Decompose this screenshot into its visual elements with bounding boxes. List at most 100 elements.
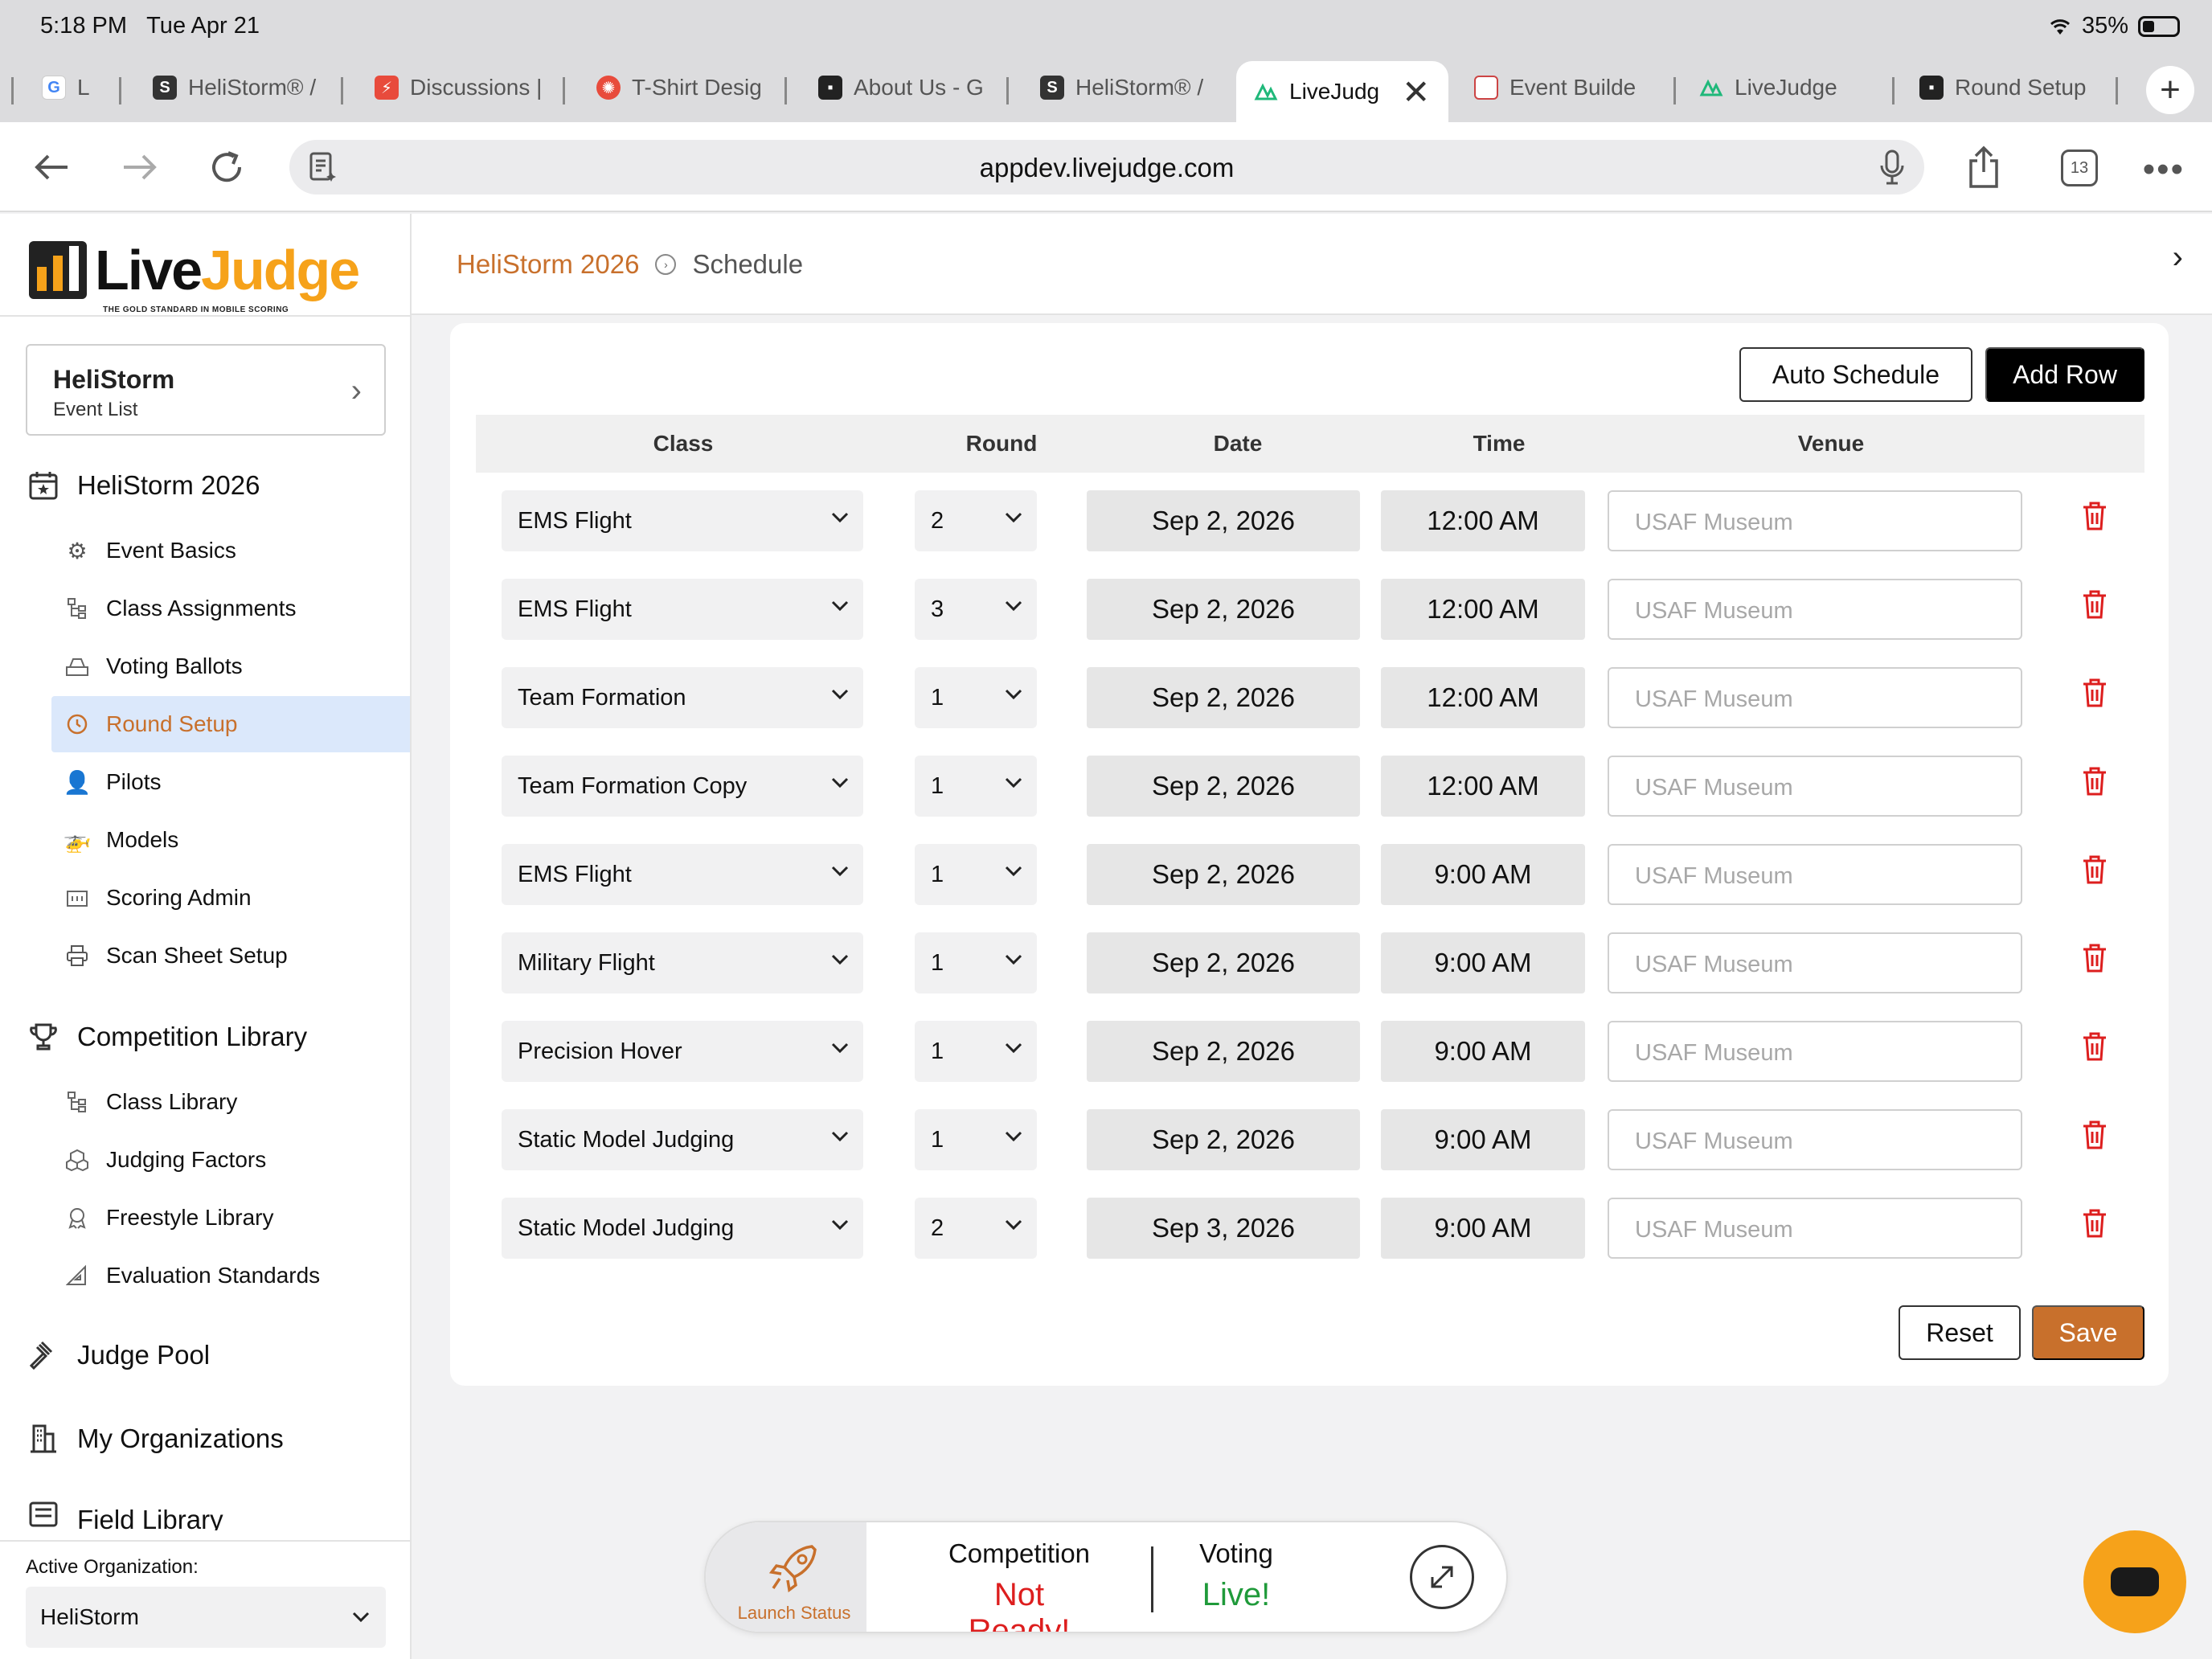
date-picker[interactable]: Sep 2, 2026 [1087, 1021, 1360, 1082]
venue-input[interactable]: USAF Museum [1608, 932, 2022, 993]
microphone-icon[interactable] [1878, 150, 1907, 185]
venue-input[interactable]: USAF Museum [1608, 1109, 2022, 1170]
reset-button[interactable]: Reset [1899, 1305, 2021, 1360]
round-select[interactable]: 1 [915, 756, 1037, 817]
launch-status-button[interactable]: Launch Status [706, 1522, 866, 1632]
round-select[interactable]: 1 [915, 844, 1037, 905]
class-select[interactable]: Team Formation [502, 667, 863, 728]
time-picker[interactable]: 12:00 AM [1381, 490, 1585, 551]
sidebar-item-evaluation-standards[interactable]: Evaluation Standards [51, 1247, 410, 1304]
livejudge-logo[interactable]: LiveJudge THE GOLD STANDARD IN MOBILE SC… [29, 238, 360, 314]
expand-panel-chevron-icon[interactable]: › [2173, 240, 2183, 276]
tab-count-button[interactable]: 13 [2061, 150, 2098, 186]
browser-tab-livejudge-active[interactable]: LiveJudg ✕ [1236, 61, 1448, 122]
browser-tab-helistorm[interactable]: S HeliStorm® / [135, 61, 328, 114]
add-row-button[interactable]: Add Row [1985, 347, 2144, 402]
time-picker[interactable]: 9:00 AM [1381, 1109, 1585, 1170]
nav-event-heading[interactable]: HeliStorm 2026 [27, 461, 260, 510]
date-picker[interactable]: Sep 2, 2026 [1087, 932, 1360, 993]
back-button[interactable] [29, 145, 74, 190]
nav-competition-library-heading[interactable]: Competition Library [27, 1013, 307, 1061]
sidebar-item-freestyle-library[interactable]: Freestyle Library [51, 1190, 410, 1246]
address-bar[interactable]: appdev.livejudge.com [289, 140, 1924, 195]
date-picker[interactable]: Sep 2, 2026 [1087, 667, 1360, 728]
round-select[interactable]: 2 [915, 490, 1037, 551]
class-select[interactable]: Military Flight [502, 932, 863, 993]
date-picker[interactable]: Sep 2, 2026 [1087, 490, 1360, 551]
nav-field-library[interactable]: Field Library [27, 1498, 223, 1530]
delete-row-trash-icon[interactable] [2080, 1207, 2109, 1239]
date-picker[interactable]: Sep 2, 2026 [1087, 756, 1360, 817]
delete-row-trash-icon[interactable] [2080, 765, 2109, 797]
browser-tab-helistorm-2[interactable]: S HeliStorm® / [1022, 61, 1223, 114]
class-select[interactable]: Team Formation Copy [502, 756, 863, 817]
date-picker[interactable]: Sep 2, 2026 [1087, 579, 1360, 640]
sidebar-item-class-assignments[interactable]: Class Assignments [51, 580, 410, 637]
class-select[interactable]: Precision Hover [502, 1021, 863, 1082]
round-select[interactable]: 1 [915, 1109, 1037, 1170]
delete-row-trash-icon[interactable] [2080, 1030, 2109, 1063]
delete-row-trash-icon[interactable] [2080, 854, 2109, 886]
round-select[interactable]: 1 [915, 932, 1037, 993]
sidebar-item-models[interactable]: 🚁 Models [51, 812, 410, 868]
close-tab-icon[interactable]: ✕ [1402, 72, 1430, 112]
round-select[interactable]: 1 [915, 1021, 1037, 1082]
browser-tab-event-builder[interactable]: Event Builde [1456, 61, 1661, 114]
sidebar-item-scoring-admin[interactable]: Scoring Admin [51, 870, 410, 926]
class-select[interactable]: EMS Flight [502, 490, 863, 551]
date-picker[interactable]: Sep 3, 2026 [1087, 1198, 1360, 1259]
chat-support-button[interactable] [2083, 1530, 2186, 1633]
forward-button[interactable] [117, 145, 162, 190]
sidebar-item-voting-ballots[interactable]: Voting Ballots [51, 638, 410, 694]
round-select[interactable]: 1 [915, 667, 1037, 728]
delete-row-trash-icon[interactable] [2080, 1119, 2109, 1151]
nav-judge-pool[interactable]: Judge Pool [27, 1331, 210, 1379]
delete-row-trash-icon[interactable] [2080, 677, 2109, 709]
class-select[interactable]: EMS Flight [502, 579, 863, 640]
time-picker[interactable]: 12:00 AM [1381, 579, 1585, 640]
sidebar-item-scan-sheet-setup[interactable]: Scan Sheet Setup [51, 928, 410, 984]
venue-input[interactable]: USAF Museum [1608, 579, 2022, 640]
venue-input[interactable]: USAF Museum [1608, 844, 2022, 905]
share-button[interactable] [1961, 145, 2006, 190]
browser-tab-livejudge[interactable]: LiveJudge [1682, 61, 1884, 114]
more-options-icon[interactable]: ••• [2143, 150, 2185, 190]
delete-row-trash-icon[interactable] [2080, 942, 2109, 974]
time-picker[interactable]: 9:00 AM [1381, 1021, 1585, 1082]
time-picker[interactable]: 9:00 AM [1381, 844, 1585, 905]
date-picker[interactable]: Sep 2, 2026 [1087, 844, 1360, 905]
event-list-card[interactable]: HeliStorm Event List › [26, 344, 386, 436]
delete-row-trash-icon[interactable] [2080, 500, 2109, 532]
time-picker[interactable]: 9:00 AM [1381, 1198, 1585, 1259]
sidebar-item-round-setup[interactable]: Round Setup [51, 696, 410, 752]
active-org-select[interactable]: HeliStorm [26, 1587, 386, 1648]
venue-input[interactable]: USAF Museum [1608, 667, 2022, 728]
delete-row-trash-icon[interactable] [2080, 588, 2109, 621]
round-select[interactable]: 3 [915, 579, 1037, 640]
sidebar-item-event-basics[interactable]: ⚙ Event Basics [51, 522, 410, 579]
time-picker[interactable]: 9:00 AM [1381, 932, 1585, 993]
round-select[interactable]: 2 [915, 1198, 1037, 1259]
sidebar-item-pilots[interactable]: 👤 Pilots [51, 754, 410, 810]
sidebar-item-class-library[interactable]: Class Library [51, 1074, 410, 1130]
browser-tab-discussions[interactable]: ⚡ Discussions | [357, 61, 566, 114]
new-tab-button[interactable]: + [2146, 66, 2194, 114]
class-select[interactable]: EMS Flight [502, 844, 863, 905]
browser-tab-aboutus[interactable]: ▪ About Us - G [801, 61, 1010, 114]
browser-tab-google[interactable]: G L [24, 61, 121, 114]
venue-input[interactable]: USAF Museum [1608, 1198, 2022, 1259]
class-select[interactable]: Static Model Judging [502, 1198, 863, 1259]
expand-button[interactable] [1410, 1545, 1474, 1609]
breadcrumb-event-link[interactable]: HeliStorm 2026 [457, 249, 639, 280]
auto-schedule-button[interactable]: Auto Schedule [1739, 347, 1972, 402]
time-picker[interactable]: 12:00 AM [1381, 667, 1585, 728]
save-button[interactable]: Save [2032, 1305, 2144, 1360]
nav-my-organizations[interactable]: My Organizations [27, 1415, 284, 1463]
browser-tab-round-setup[interactable]: ▪ Round Setup [1902, 61, 2112, 114]
venue-input[interactable]: USAF Museum [1608, 490, 2022, 551]
time-picker[interactable]: 12:00 AM [1381, 756, 1585, 817]
sidebar-item-judging-factors[interactable]: Judging Factors [51, 1132, 410, 1188]
venue-input[interactable]: USAF Museum [1608, 1021, 2022, 1082]
venue-input[interactable]: USAF Museum [1608, 756, 2022, 817]
browser-tab-tshirt[interactable]: ✺ T-Shirt Desig [579, 61, 788, 114]
